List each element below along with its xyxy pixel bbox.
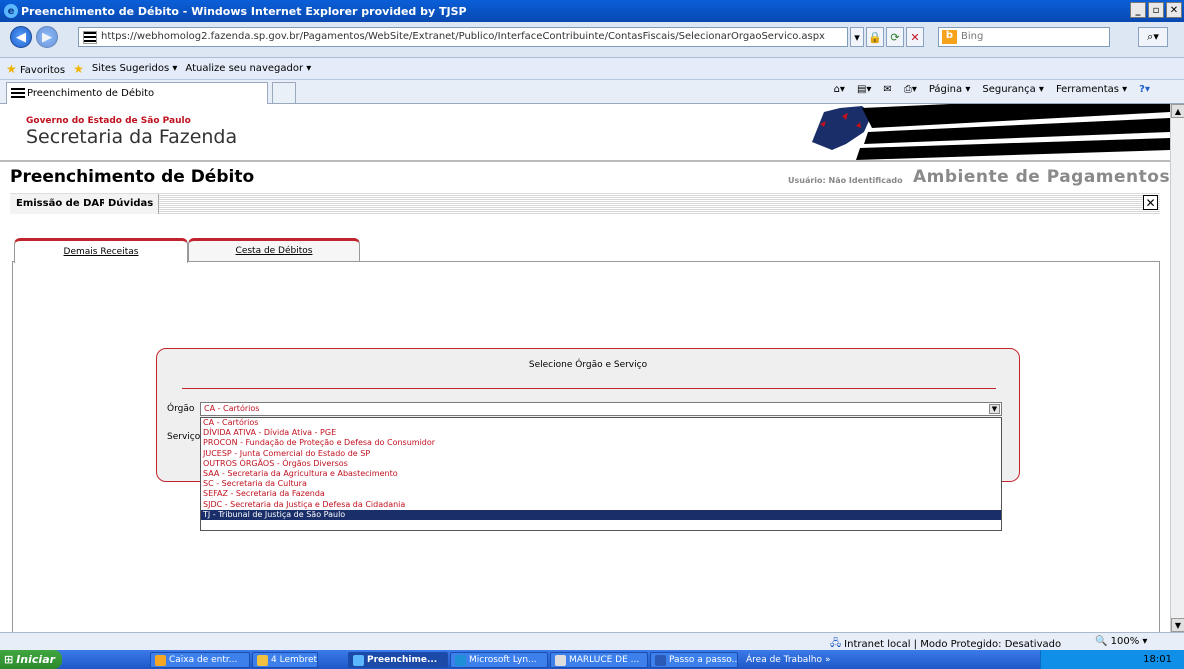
orgao-selected-value: CA - Cartórios (204, 404, 260, 413)
scroll-up-icon[interactable]: ▲ (1171, 104, 1184, 118)
orgao-option[interactable]: SJDC - Secretaria da Justiça e Defesa da… (201, 500, 1001, 510)
vertical-scrollbar[interactable]: ▲ ▼ (1170, 104, 1184, 632)
refresh-icon[interactable]: ⟳ (886, 27, 904, 47)
user-status: Usuário: Não Identificado (788, 176, 903, 185)
scroll-down-icon[interactable]: ▼ (1171, 618, 1184, 632)
command-bar: ⌂▾ ▤▾ ✉ ⎙▾ Página ▾ Segurança ▾ Ferramen… (834, 84, 1150, 95)
start-button[interactable]: ⊞ Iniciar (0, 650, 62, 669)
site-flag-icon (83, 31, 97, 44)
start-label: Iniciar (16, 653, 56, 666)
servico-label: Serviço (167, 432, 201, 442)
word-icon (655, 654, 666, 666)
lock-icon[interactable]: 🔒 (866, 27, 884, 47)
search-placeholder: Bing (961, 31, 984, 42)
ambiente-title: Ambiente de Pagamentos (913, 167, 1171, 187)
close-page-icon[interactable]: ✕ (1143, 195, 1158, 210)
form-divider (182, 388, 996, 389)
orgao-option[interactable]: SC - Secretaria da Cultura (201, 479, 1001, 489)
orgao-option[interactable]: OUTROS ÓRGÃOS - Órgãos Diversos (201, 459, 1001, 469)
ie-icon: e (4, 4, 18, 18)
chevron-down-icon[interactable]: ▼ (989, 404, 1000, 414)
orgao-option[interactable]: JUCESP - Junta Comercial do Estado de SP (201, 449, 1001, 459)
secretaria-logo-text: Secretaria da Fazenda (26, 126, 238, 148)
url-input[interactable]: https://webhomolog2.fazenda.sp.gov.br/Pa… (78, 27, 848, 47)
help-icon[interactable]: ?▾ (1139, 84, 1150, 95)
suggested-sites-link[interactable]: Sites Sugeridos ▾ (92, 63, 178, 74)
window-title: Preenchimento de Débito - Windows Intern… (21, 4, 467, 18)
close-window-button[interactable]: ✕ (1166, 2, 1182, 18)
taskbar-item-word[interactable]: Passo a passo... (650, 652, 738, 668)
tab-site-icon (11, 88, 25, 99)
taskbar-item-lembretes[interactable]: 4 Lembretes (252, 652, 318, 668)
orgao-label: Órgão (167, 404, 195, 414)
taskbar-item-ie[interactable]: Preenchime... (348, 652, 448, 668)
window-title-bar: e Preenchimento de Débito - Windows Inte… (0, 0, 1184, 22)
form-title: Selecione Órgão e Serviço (528, 360, 648, 370)
menu-duvidas[interactable]: Dúvidas (104, 194, 160, 214)
favorites-button[interactable]: ★ Favoritos (6, 62, 65, 76)
taskbar-item-lync[interactable]: Microsoft Lyn... (450, 652, 548, 668)
search-button[interactable]: ⌕▾ (1138, 27, 1168, 47)
system-tray: 18:01 (1040, 650, 1184, 669)
menu-bar (10, 193, 1160, 215)
url-text: https://webhomolog2.fazenda.sp.gov.br/Pa… (101, 31, 825, 42)
back-button[interactable]: ◀ (10, 26, 32, 48)
lync-icon (455, 654, 466, 666)
print-icon[interactable]: ⎙▾ (904, 84, 917, 95)
orgao-select[interactable]: CA - Cartórios ▼ (200, 402, 1002, 416)
outlook-icon (155, 654, 166, 666)
windows-logo-icon: ⊞ (4, 653, 14, 666)
page-menu[interactable]: Página ▾ (929, 84, 971, 95)
stop-icon[interactable]: ✕ (906, 27, 924, 47)
bing-icon: b (942, 30, 957, 44)
favorites-bar: ★ Favoritos ★ Sites Sugeridos ▾ Atualize… (0, 58, 1184, 80)
update-browser-link[interactable]: Atualize seu navegador ▾ (185, 63, 311, 74)
tab-cesta-debitos[interactable]: Cesta de Débitos (188, 238, 360, 262)
security-menu[interactable]: Segurança ▾ (982, 84, 1044, 95)
sp-flag-image (802, 104, 1170, 160)
orgao-option[interactable]: SEFAZ - Secretaria da Fazenda (201, 489, 1001, 499)
search-input[interactable]: b Bing (938, 27, 1110, 47)
add-favorite-icon[interactable]: ★ (73, 62, 84, 76)
bell-icon (257, 654, 268, 666)
taskbar-item-outlook[interactable]: Caixa de entr... (150, 652, 250, 668)
chat-icon (555, 654, 566, 666)
restore-button[interactable]: ▫ (1148, 2, 1164, 18)
orgao-option[interactable]: PROCON - Fundação de Proteção e Defesa d… (201, 438, 1001, 448)
ie-task-icon (353, 654, 364, 666)
orgao-option[interactable]: DÍVIDA ATIVA - Dívida Ativa - PGE (201, 428, 1001, 438)
orgao-dropdown-list[interactable]: CA - Cartórios DÍVIDA ATIVA - Dívida Ativ… (200, 417, 1002, 531)
clock: 18:01 (1143, 654, 1172, 665)
orgao-option[interactable]: TJ - Tribunal de Justiça de São Paulo (201, 509, 1001, 520)
new-tab-button[interactable] (272, 82, 296, 104)
zone-status-text: Intranet local | Modo Protegido: Desativ… (844, 639, 1062, 650)
tab-demais-receitas[interactable]: Demais Receitas (14, 238, 188, 263)
zoom-control[interactable]: 🔍 100% ▾ (1095, 636, 1147, 647)
taskbar-item-marluce[interactable]: MARLUCE DE ... (550, 652, 648, 668)
zoom-level: 100% (1110, 636, 1140, 647)
url-dropdown-button[interactable]: ▾ (850, 27, 864, 47)
forward-button[interactable]: ▶ (36, 26, 58, 48)
mail-icon[interactable]: ✉ (883, 84, 891, 95)
browser-tab-active[interactable]: Preenchimento de Débito (6, 82, 268, 104)
browser-tab-title: Preenchimento de Débito (27, 88, 155, 99)
sp-flag-banner (802, 104, 1170, 160)
orgao-option[interactable]: CA - Cartórios (201, 418, 1001, 428)
government-label: Governo do Estado de São Paulo (26, 116, 191, 126)
header-divider (0, 160, 1170, 162)
star-icon: ★ (6, 61, 17, 76)
orgao-option[interactable]: SAA - Secretaria da Agricultura e Abaste… (201, 469, 1001, 479)
page-title: Preenchimento de Débito (10, 167, 255, 187)
tools-menu[interactable]: Ferramentas ▾ (1056, 84, 1127, 95)
desktop-toolbar[interactable]: Área de Trabalho » (742, 652, 834, 668)
feeds-icon[interactable]: ▤▾ (857, 84, 871, 95)
minimize-button[interactable]: _ (1130, 2, 1146, 18)
home-icon[interactable]: ⌂▾ (834, 84, 845, 95)
